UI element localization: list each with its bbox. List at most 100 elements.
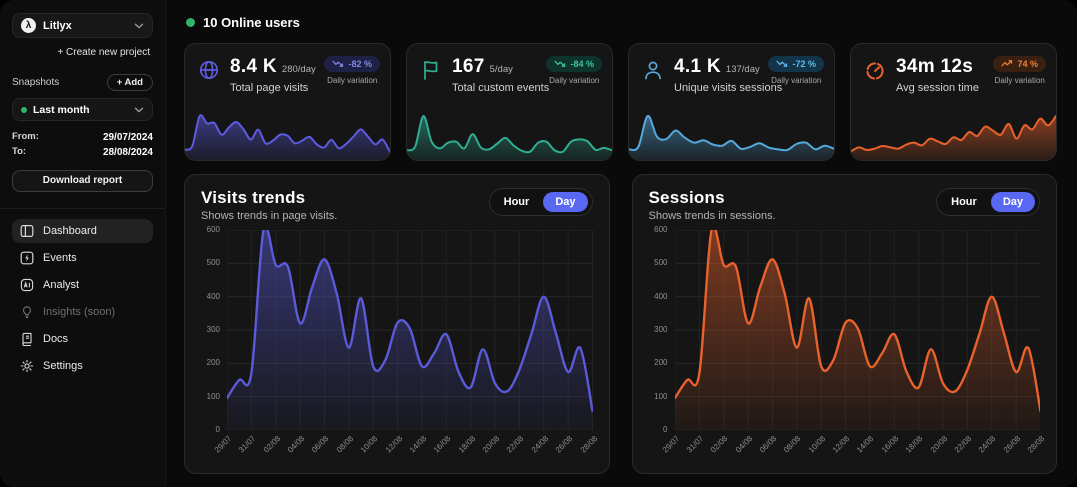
charts-row: Visits trends Shows trends in page visit… xyxy=(184,174,1057,474)
y-axis-tick: 600 xyxy=(207,225,220,234)
sidebar-item-label: Docs xyxy=(43,333,68,345)
trending-down-icon xyxy=(332,59,344,68)
sparkline-chart xyxy=(407,108,612,160)
stat-rate: 137/day xyxy=(726,64,760,75)
stat-card-avg-session-time: 34m 12s Avg session time 74 % Daily vari… xyxy=(850,43,1057,161)
snapshot-selector[interactable]: Last month xyxy=(12,98,153,121)
y-axis-tick: 300 xyxy=(654,325,667,334)
download-report-button[interactable]: Download report xyxy=(12,170,153,192)
sidebar-item-docs[interactable]: Docs xyxy=(12,327,153,351)
daily-variation-label: Daily variation xyxy=(546,76,602,85)
from-label: From: xyxy=(12,130,39,145)
y-axis-tick: 100 xyxy=(207,392,220,401)
stat-card-total-page-visits: 8.4 K 280/day Total page visits -82 % Da… xyxy=(184,43,391,161)
chart-title: Visits trends xyxy=(201,188,337,208)
main-content: 10 Online users 8.4 K 280/day Total page… xyxy=(166,0,1077,487)
hour-day-toggle: Hour Day xyxy=(936,188,1040,216)
stat-label: Total page visits xyxy=(230,82,316,94)
sidebar-item-analyst[interactable]: Analyst xyxy=(12,273,153,297)
timer-icon xyxy=(863,58,887,82)
area-chart xyxy=(675,230,1041,430)
docs-icon xyxy=(20,332,34,346)
daily-variation-badge: -72 % xyxy=(768,56,824,72)
sidebar-item-label: Settings xyxy=(43,360,83,372)
sessions-chart-card: Sessions Shows trends in sessions. Hour … xyxy=(632,174,1058,474)
sidebar: λ Litlyx + Create new project Snapshots … xyxy=(0,0,166,487)
sidebar-item-settings[interactable]: Settings xyxy=(12,354,153,378)
daily-variation-badge: 74 % xyxy=(993,56,1046,72)
daily-variation-badge: -82 % xyxy=(324,56,380,72)
snapshot-selected-label: Last month xyxy=(33,104,128,116)
insights-icon xyxy=(20,305,34,319)
project-name: Litlyx xyxy=(43,20,127,32)
sidebar-nav: Dashboard Events Analyst Insights (soon) Doc… xyxy=(12,219,153,381)
daily-variation-label: Daily variation xyxy=(324,76,380,85)
hour-button[interactable]: Hour xyxy=(941,192,987,212)
sparkline-chart xyxy=(629,108,834,160)
sparkline-chart xyxy=(851,108,1056,160)
area-chart xyxy=(227,230,593,430)
trending-up-icon xyxy=(1001,59,1013,68)
flag-icon xyxy=(419,58,443,82)
sidebar-item-label: Events xyxy=(43,252,77,264)
sidebar-item-label: Dashboard xyxy=(43,225,97,237)
y-axis-tick: 600 xyxy=(654,225,667,234)
y-axis-labels: 0100200300400500600 xyxy=(201,230,227,430)
stat-card-total-custom-events: 167 5/day Total custom events -84 % Dail… xyxy=(406,43,613,161)
stat-cards-row: 8.4 K 280/day Total page visits -82 % Da… xyxy=(184,43,1057,161)
sidebar-item-insights-soon: Insights (soon) xyxy=(12,300,153,324)
x-axis-labels: 29/0731/0702/0804/0806/0808/0810/0812/08… xyxy=(227,430,593,466)
events-icon xyxy=(20,251,34,265)
daily-variation-badge: -84 % xyxy=(546,56,602,72)
y-axis-tick: 500 xyxy=(207,258,220,267)
to-label: To: xyxy=(12,145,26,160)
online-status-dot xyxy=(186,18,195,27)
stat-label: Unique visits sessions xyxy=(674,82,782,94)
day-button[interactable]: Day xyxy=(991,192,1035,212)
daily-variation-label: Daily variation xyxy=(768,76,824,85)
y-axis-labels: 0100200300400500600 xyxy=(649,230,675,430)
stat-rate: 280/day xyxy=(282,64,316,75)
stat-label: Avg session time xyxy=(896,82,979,94)
chart-title: Sessions xyxy=(649,188,776,208)
hour-button[interactable]: Hour xyxy=(494,192,540,212)
sidebar-item-events[interactable]: Events xyxy=(12,246,153,270)
online-users-count: 10 Online users xyxy=(203,15,300,30)
y-axis-tick: 0 xyxy=(216,425,220,434)
sidebar-item-dashboard[interactable]: Dashboard xyxy=(12,219,153,243)
stat-value: 4.1 K xyxy=(674,56,721,78)
settings-icon xyxy=(20,359,34,373)
chart-subtitle: Shows trends in sessions. xyxy=(649,210,776,222)
y-axis-tick: 200 xyxy=(207,358,220,367)
sidebar-item-label: Analyst xyxy=(43,279,79,291)
project-selector[interactable]: λ Litlyx xyxy=(12,13,153,38)
sparkline-chart xyxy=(185,108,390,160)
globe-icon xyxy=(197,58,221,82)
day-button[interactable]: Day xyxy=(543,192,587,212)
sidebar-item-label: Insights (soon) xyxy=(43,306,115,318)
snapshot-status-dot xyxy=(21,107,27,113)
trending-down-icon xyxy=(554,59,566,68)
from-value: 29/07/2024 xyxy=(103,130,153,145)
y-axis-tick: 0 xyxy=(663,425,667,434)
add-snapshot-button[interactable]: + Add xyxy=(107,74,153,91)
stat-value: 167 xyxy=(452,56,485,78)
chart-subtitle: Shows trends in page visits. xyxy=(201,210,337,222)
visits-trends-chart-card: Visits trends Shows trends in page visit… xyxy=(184,174,610,474)
dashboard-icon xyxy=(20,224,34,238)
y-axis-tick: 100 xyxy=(654,392,667,401)
stat-card-unique-visits-sessions: 4.1 K 137/day Unique visits sessions -72… xyxy=(628,43,835,161)
app-root: λ Litlyx + Create new project Snapshots … xyxy=(0,0,1077,487)
stat-value: 34m 12s xyxy=(896,56,973,78)
y-axis-tick: 200 xyxy=(654,358,667,367)
analyst-icon xyxy=(20,278,34,292)
create-new-project-link[interactable]: + Create new project xyxy=(15,47,150,58)
x-axis-labels: 29/0731/0702/0804/0806/0808/0810/0812/08… xyxy=(675,430,1041,466)
chevron-down-icon xyxy=(134,107,144,113)
y-axis-tick: 500 xyxy=(654,258,667,267)
hour-day-toggle: Hour Day xyxy=(489,188,593,216)
daily-variation-label: Daily variation xyxy=(993,76,1046,85)
sidebar-divider xyxy=(0,208,165,209)
user-icon xyxy=(641,58,665,82)
chevron-down-icon xyxy=(134,23,144,29)
